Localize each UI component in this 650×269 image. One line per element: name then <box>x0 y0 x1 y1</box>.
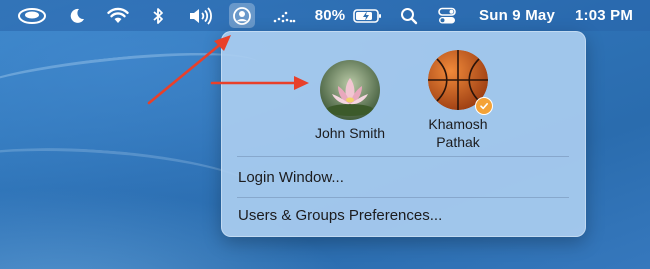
menu-divider <box>237 156 569 157</box>
menu-bar: 80% Sun 9 May 1:03 PM <box>0 0 650 31</box>
user-name-label: John Smith <box>314 125 386 141</box>
logged-in-check-badge <box>475 97 493 115</box>
menu-divider <box>237 197 569 198</box>
coffee-cup-icon[interactable] <box>14 0 50 31</box>
basketball-avatar <box>428 50 493 115</box>
user-khamosh-pathak[interactable]: Khamosh Pathak <box>413 50 503 151</box>
fast-user-switching-menu: John Smith Khamosh Pathak Login Window..… <box>221 31 586 237</box>
bluetooth-icon[interactable] <box>148 0 168 31</box>
date-label: Sun 9 May <box>479 7 555 24</box>
user-name-line1: Khamosh <box>428 116 488 132</box>
lotus-flower-avatar <box>320 60 380 120</box>
moon-icon[interactable] <box>64 0 90 31</box>
battery-icon[interactable] <box>351 0 385 31</box>
wifi-icon[interactable] <box>104 0 132 31</box>
user-name-line2: Pathak <box>436 134 480 150</box>
volume-icon[interactable] <box>186 0 216 31</box>
menubar-time[interactable]: 1:03 PM <box>564 0 644 31</box>
time-label: 1:03 PM <box>574 7 634 24</box>
checkmark-icon <box>480 103 488 110</box>
user-john-smith[interactable]: John Smith <box>305 60 395 142</box>
control-center-icon[interactable] <box>434 0 460 31</box>
user-icon[interactable] <box>229 3 255 28</box>
login-window-menu-item[interactable]: Login Window... <box>238 169 344 186</box>
activity-icon[interactable] <box>270 0 298 31</box>
users-groups-preferences-menu-item[interactable]: Users & Groups Preferences... <box>238 207 442 224</box>
search-icon[interactable] <box>396 0 422 31</box>
battery-percent: 80% <box>310 0 350 31</box>
battery-percent-label: 80% <box>314 7 346 24</box>
menubar-date[interactable]: Sun 9 May <box>474 0 560 31</box>
